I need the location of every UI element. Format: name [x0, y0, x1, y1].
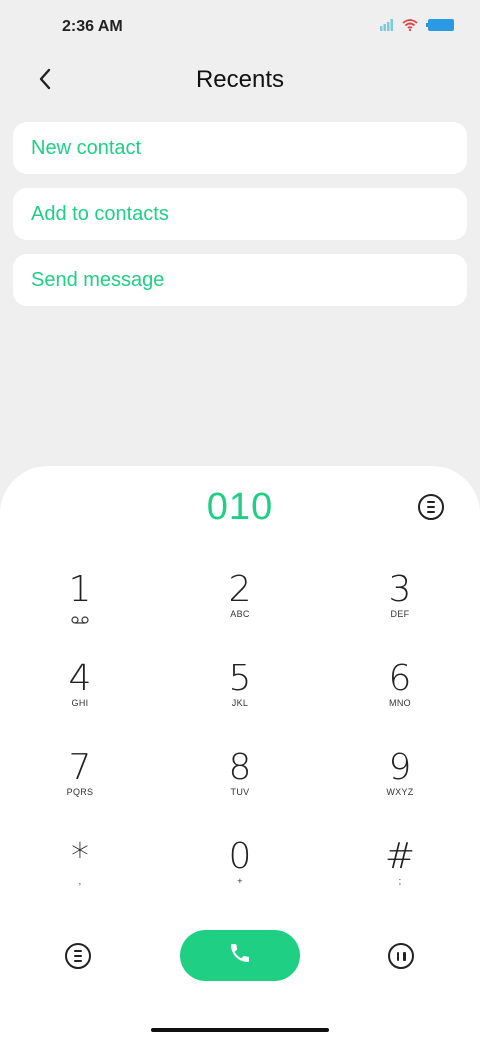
new-contact-label: New contact [31, 136, 142, 159]
key-0-letters: + [237, 876, 243, 886]
status-icons [380, 18, 454, 36]
key-star-digit: * [71, 836, 89, 877]
key-4-letters: GHI [71, 698, 89, 708]
page-title: Recents [195, 66, 285, 93]
key-3[interactable]: 3 DEF [340, 571, 460, 641]
key-2[interactable]: 2 ABC [180, 571, 300, 641]
key-star-letters: , [78, 876, 82, 886]
key-0[interactable]: 0 + [180, 838, 300, 908]
key-3-letters: DEF [390, 609, 410, 619]
status-bar: 2:36 AM [0, 0, 480, 56]
key-7[interactable]: 7 PQRS [20, 749, 140, 819]
header: Recents [0, 56, 480, 106]
key-9-digit: 9 [388, 747, 412, 788]
battery-icon [426, 18, 454, 36]
phone-icon [228, 941, 252, 970]
key-6[interactable]: 6 MNO [340, 660, 460, 730]
key-1-digit: 1 [68, 569, 92, 610]
key-4-digit: 4 [68, 658, 92, 699]
send-message-button[interactable]: Send message [13, 254, 467, 306]
status-time: 2:36 AM [62, 18, 123, 35]
key-hash[interactable]: # ; [340, 838, 460, 908]
key-7-letters: PQRS [66, 787, 94, 797]
key-0-digit: 0 [228, 836, 252, 877]
pause-circle-icon[interactable] [388, 943, 414, 969]
add-to-contacts-button[interactable]: Add to contacts [13, 188, 467, 240]
key-2-letters: ABC [230, 609, 250, 619]
new-contact-button[interactable]: New contact [13, 122, 467, 174]
key-hash-letters: ; [398, 876, 402, 886]
menu-circle-icon[interactable] [418, 494, 444, 520]
menu-circle-icon[interactable] [65, 943, 91, 969]
wifi-icon [402, 18, 418, 36]
key-7-digit: 7 [68, 747, 92, 788]
dialpad-panel: 010 1 2 ABC 3 DEF 4 GHI 5 JKL 6 MNO 7 PQ… [0, 466, 480, 1040]
key-5-letters: JKL [231, 698, 249, 708]
key-8[interactable]: 8 TUV [180, 749, 300, 819]
key-5-digit: 5 [228, 658, 252, 699]
key-6-digit: 6 [388, 658, 412, 699]
key-6-letters: MNO [389, 698, 411, 708]
key-8-letters: TUV [230, 787, 250, 797]
key-5[interactable]: 5 JKL [180, 660, 300, 730]
key-1[interactable]: 1 [20, 571, 140, 641]
key-9-letters: WXYZ [386, 787, 414, 797]
dialed-number[interactable]: 010 [0, 486, 480, 529]
key-4[interactable]: 4 GHI [20, 660, 140, 730]
home-indicator[interactable] [151, 1028, 329, 1032]
key-star[interactable]: * , [20, 838, 140, 908]
dialpad-actions [0, 930, 480, 982]
key-2-digit: 2 [228, 569, 252, 610]
signal-icon [380, 18, 394, 36]
voicemail-icon [71, 611, 89, 629]
dialer-screen: 2:36 AM Recents New contact Add to conta… [0, 0, 480, 1040]
key-8-digit: 8 [228, 747, 252, 788]
key-3-digit: 3 [388, 569, 412, 610]
call-button[interactable] [180, 930, 300, 981]
key-9[interactable]: 9 WXYZ [340, 749, 460, 819]
add-to-contacts-label: Add to contacts [31, 202, 169, 225]
key-hash-digit: # [384, 836, 416, 877]
send-message-label: Send message [31, 268, 165, 291]
